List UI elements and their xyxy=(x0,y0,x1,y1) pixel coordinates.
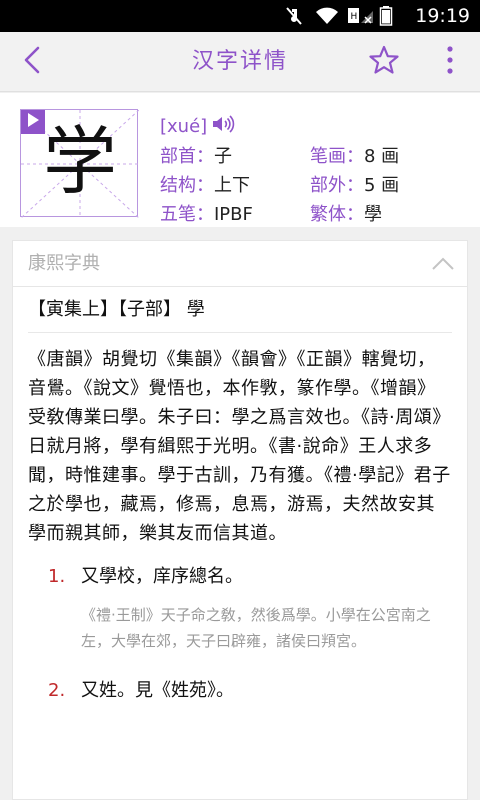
info-value: IPBF xyxy=(214,204,253,225)
more-vert-icon xyxy=(446,45,454,79)
info-label: 五笔： xyxy=(160,204,214,225)
kangxi-paragraph: 《唐韻》胡覺切《集韻》《韻會》《正韻》轄覺切，音鷽。《說文》覺悟也，本作斆，篆作… xyxy=(28,349,451,544)
info-value: 學 xyxy=(364,204,382,225)
kangxi-heading: 【寅集上】【子部】 學 xyxy=(28,287,452,333)
sense-item: 1. 又學校，庠序總名。 《禮·王制》天子命之敎，然後爲學。小學在公宮南之左，大… xyxy=(28,562,452,654)
sense-number: 2. xyxy=(48,680,66,701)
sense-item: 2. 又姓。見《姓苑》。 xyxy=(28,676,452,706)
sense-quote: 《禮·王制》天子命之敎，然後爲學。小學在公宮南之左，大學在郊，天子曰辟雍，諸侯曰… xyxy=(81,606,431,650)
sense-number: 1. xyxy=(48,566,66,587)
favorite-button[interactable] xyxy=(364,42,404,82)
status-bar: H 19:19 xyxy=(0,0,480,32)
status-time: 19:19 xyxy=(415,5,470,27)
pinyin-row: [xué] xyxy=(160,112,235,140)
star-outline-icon xyxy=(368,44,400,80)
app-bar: 汉字详情 xyxy=(0,32,480,92)
svg-text:H: H xyxy=(351,12,358,22)
page-title: 汉字详情 xyxy=(191,49,288,74)
battery-icon xyxy=(379,5,401,27)
info-row: 结构：上下 部外：5 画 xyxy=(160,171,460,200)
sense-text: 又學校，庠序總名。 xyxy=(81,566,243,587)
sense-text: 又姓。見《姓苑》。 xyxy=(81,680,234,701)
info-label: 结构： xyxy=(160,175,214,196)
mute-icon xyxy=(283,5,305,27)
kangxi-content: 【寅集上】【子部】 學 《唐韻》胡覺切《集韻》《韻會》《正韻》轄覺切，音鷽。《說… xyxy=(13,287,467,706)
info-label: 部外： xyxy=(310,175,364,196)
status-icons: H 19:19 xyxy=(283,0,470,32)
info-value: 子 xyxy=(214,146,232,167)
info-row: 五笔：IPBF 繁体：學 xyxy=(160,200,460,229)
info-value: 5 画 xyxy=(364,175,400,196)
character-glyph-box: 学 xyxy=(20,109,139,218)
info-label: 繁体： xyxy=(310,204,364,225)
kangxi-dictionary-card: 康熙字典 【寅集上】【子部】 學 《唐韻》胡覺切《集韻》《韻會》《正韻》轄覺切，… xyxy=(12,240,468,800)
chevron-up-icon[interactable] xyxy=(431,253,455,275)
info-stroke-count: 笔画：8 画 xyxy=(310,142,460,171)
info-wubi: 五笔：IPBF xyxy=(160,200,310,229)
character-info-grid: 部首：子 笔画：8 画 结构：上下 部外：5 画 五笔：IPBF 繁体：學 xyxy=(160,142,460,229)
info-value: 8 画 xyxy=(364,146,400,167)
play-stroke-button[interactable] xyxy=(21,110,45,134)
sim-no-signal-icon: H xyxy=(347,5,374,27)
speaker-icon[interactable] xyxy=(211,114,235,138)
kangxi-section-header[interactable]: 康熙字典 xyxy=(13,241,467,287)
info-value: 上下 xyxy=(214,175,250,196)
info-extra-strokes: 部外：5 画 xyxy=(310,171,460,200)
wifi-icon xyxy=(315,5,339,27)
pinyin-text: [xué] xyxy=(160,115,208,137)
play-icon xyxy=(26,112,40,132)
info-label: 笔画： xyxy=(310,146,364,167)
more-options-button[interactable] xyxy=(438,42,462,82)
section-title: 康熙字典 xyxy=(28,253,100,274)
info-label: 部首： xyxy=(160,146,214,167)
info-traditional: 繁体：學 xyxy=(310,200,460,229)
info-structure: 结构：上下 xyxy=(160,171,310,200)
info-radical: 部首：子 xyxy=(160,142,310,171)
info-row: 部首：子 笔画：8 画 xyxy=(160,142,460,171)
